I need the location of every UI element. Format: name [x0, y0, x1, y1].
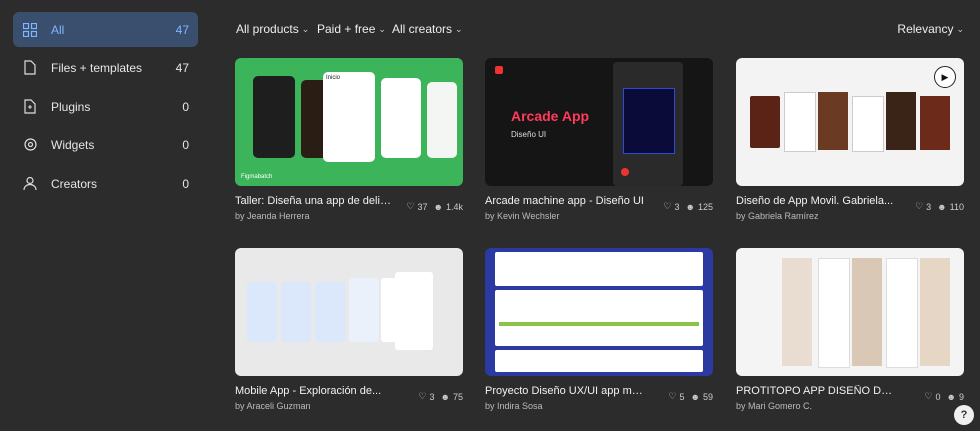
card-stats: ♡ 0 ☻ 9 [924, 391, 964, 402]
resource-card[interactable]: Arcade App Diseño UI Arcade machine app … [485, 58, 713, 221]
resource-card[interactable]: PROTITOPO APP DISEÑO DE... by Mari Gomer… [736, 248, 964, 411]
app-screen-inicio: Inicio [323, 72, 375, 162]
brand-label: Figmabatch [241, 174, 273, 180]
card-author[interactable]: by Mari Gomero C. [736, 401, 812, 411]
creators-dropdown[interactable]: All creators ⌄ [392, 22, 463, 36]
filter-bar: All products ⌄ Paid + free ⌄ All creator… [210, 0, 980, 58]
sidebar-item-count: 0 [182, 137, 189, 152]
widget-icon [22, 137, 38, 153]
card-stats: ♡ 3 ☻ 125 [663, 201, 713, 212]
likes-count: 0 [935, 391, 941, 402]
user-icon: ☻ [946, 391, 956, 402]
card-title[interactable]: Mobile App - Exploración de... [235, 385, 395, 397]
user-icon: ☻ [690, 391, 700, 402]
figma-badge-icon [495, 66, 503, 74]
card-title[interactable]: PROTITOPO APP DISEÑO DE... [736, 385, 896, 397]
heart-icon: ♡ [406, 201, 415, 211]
sidebar-item-plugins[interactable]: Plugins 0 [13, 89, 198, 124]
sort-dropdown[interactable]: Relevancy ⌄ [897, 22, 964, 36]
card-thumbnail[interactable]: ▶ [736, 58, 964, 186]
card-stats: ♡ 5 ☻ 59 [668, 391, 713, 402]
chevron-down-icon: ⌄ [956, 23, 964, 34]
sidebar-item-label: Widgets [51, 137, 95, 152]
sidebar-item-creators[interactable]: Creators 0 [13, 166, 198, 201]
resource-card[interactable]: Mobile App - Exploración de... by Aracel… [235, 248, 463, 411]
price-dropdown-label: Paid + free [317, 22, 376, 36]
sidebar-item-label: Files + templates [51, 60, 143, 75]
likes-count: 37 [417, 201, 428, 212]
thumb-title: Arcade App [511, 108, 590, 124]
likes-count: 3 [429, 391, 435, 402]
sidebar-item-all[interactable]: All 47 [13, 12, 198, 47]
users-count: 75 [452, 391, 463, 402]
heart-icon: ♡ [418, 391, 427, 401]
card-stats: ♡ 3 ☻ 75 [418, 391, 463, 402]
users-count: 125 [697, 201, 713, 212]
sidebar-item-label: Plugins [51, 99, 91, 114]
sidebar-item-count: 0 [182, 176, 189, 191]
card-author[interactable]: by Araceli Guzman [235, 401, 311, 411]
sidebar-item-count: 47 [175, 22, 189, 37]
likes-count: 3 [926, 201, 932, 212]
heart-icon: ♡ [663, 201, 672, 211]
sidebar-item-count: 47 [175, 60, 189, 75]
plugin-icon [22, 99, 38, 115]
likes-count: 3 [674, 201, 680, 212]
likes-count: 5 [679, 391, 685, 402]
sidebar-item-label: Creators [51, 176, 98, 191]
card-title[interactable]: Proyecto Diseño UX/UI app móbil... [485, 385, 645, 397]
card-thumbnail[interactable] [235, 248, 463, 376]
heart-icon: ♡ [668, 391, 677, 401]
file-icon [22, 60, 38, 76]
grid-icon [22, 22, 38, 38]
user-icon: ☻ [685, 201, 695, 212]
card-thumbnail[interactable]: Arcade App Diseño UI [485, 58, 713, 186]
card-stats: ♡ 37 ☻ 1.4k [406, 201, 463, 212]
card-thumbnail[interactable] [736, 248, 964, 376]
users-count: 59 [702, 391, 713, 402]
card-author[interactable]: by Jeanda Herrera [235, 211, 310, 221]
chevron-down-icon: ⌄ [455, 23, 463, 34]
user-icon: ☻ [937, 201, 947, 212]
creators-dropdown-label: All creators [392, 22, 453, 36]
thumb-subtitle: Diseño UI [511, 130, 547, 139]
sidebar: All 47 Files + templates 47 Plugins 0 Wi… [0, 0, 210, 431]
products-dropdown[interactable]: All products ⌄ [236, 22, 309, 36]
card-title[interactable]: Arcade machine app - Diseño UI [485, 195, 645, 207]
heart-icon: ♡ [915, 201, 924, 211]
user-icon: ☻ [433, 201, 443, 212]
help-button[interactable]: ? [954, 405, 974, 425]
card-title[interactable]: Diseño de App Movil. Gabriela... [736, 195, 896, 207]
heart-icon: ♡ [924, 391, 933, 401]
sort-dropdown-label: Relevancy [897, 22, 954, 36]
card-author[interactable]: by Indira Sosa [485, 401, 543, 411]
sidebar-item-widgets[interactable]: Widgets 0 [13, 127, 198, 162]
resource-card[interactable]: ▶ Diseño de App Movil. Gabriela... by Ga… [736, 58, 964, 221]
user-icon: ☻ [440, 391, 450, 402]
sidebar-item-files-templates[interactable]: Files + templates 47 [13, 50, 198, 85]
person-icon [22, 176, 38, 192]
users-count: 9 [958, 391, 964, 402]
sidebar-item-label: All [51, 22, 65, 37]
resource-card[interactable]: Proyecto Diseño UX/UI app móbil... by In… [485, 248, 713, 411]
card-author[interactable]: by Gabriela Ramírez [736, 211, 819, 221]
card-author[interactable]: by Kevin Wechsler [485, 211, 559, 221]
users-count: 110 [949, 201, 964, 212]
card-thumbnail[interactable] [485, 248, 713, 376]
products-dropdown-label: All products [236, 22, 299, 36]
card-title[interactable]: Taller: Diseña una app de deliver... [235, 195, 395, 207]
card-stats: ♡ 3 ☻ 110 [915, 201, 964, 212]
price-dropdown[interactable]: Paid + free ⌄ [317, 22, 386, 36]
chevron-down-icon: ⌄ [378, 23, 386, 34]
users-count: 1.4k [445, 201, 463, 212]
play-icon[interactable]: ▶ [934, 66, 956, 88]
resource-card[interactable]: Inicio Figmabatch Taller: Diseña una app… [235, 58, 463, 221]
sidebar-item-count: 0 [182, 99, 189, 114]
card-thumbnail[interactable]: Inicio Figmabatch [235, 58, 463, 186]
chevron-down-icon: ⌄ [301, 23, 310, 34]
